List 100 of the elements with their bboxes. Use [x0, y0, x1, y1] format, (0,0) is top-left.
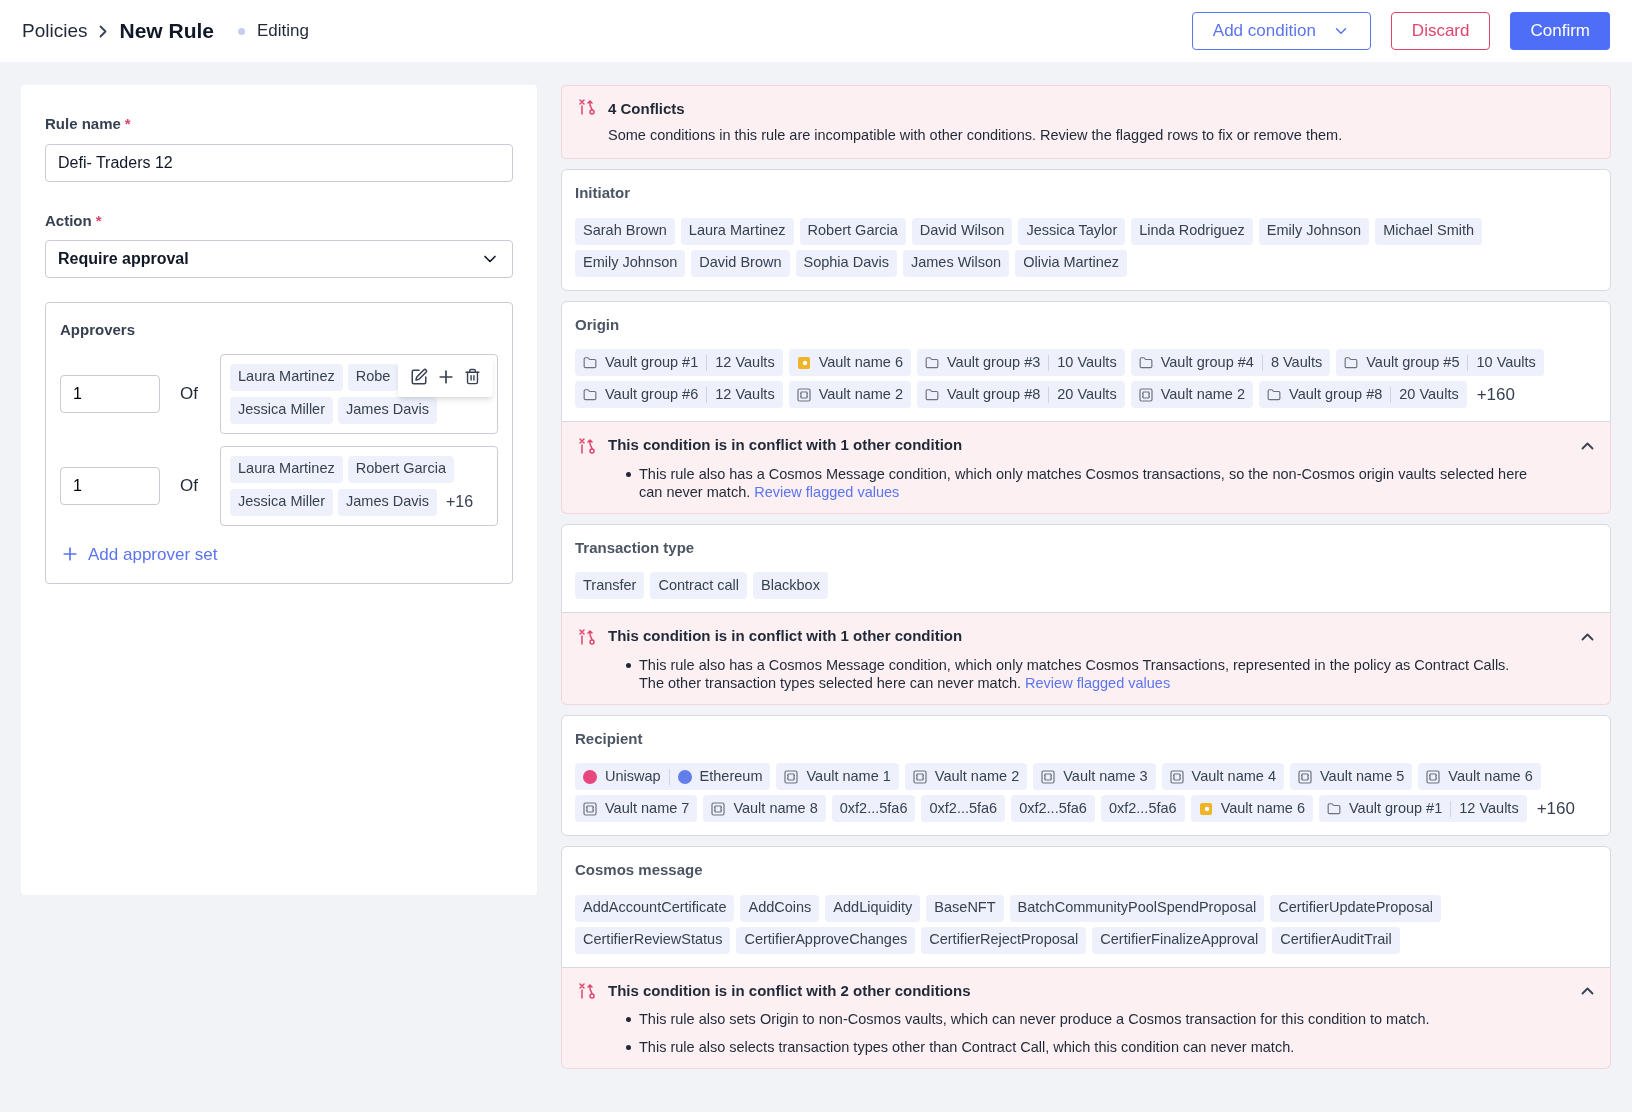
- tag: Robert Garcia: [799, 217, 906, 245]
- approver-tag: Laura Martinez: [230, 363, 343, 391]
- field-label: Action: [45, 210, 92, 231]
- folder-icon: [1138, 355, 1153, 370]
- of-label: Of: [180, 474, 199, 497]
- tag: Michael Smith: [1375, 217, 1483, 245]
- more-count: +16: [446, 492, 474, 512]
- review-link[interactable]: Review flagged values: [1025, 674, 1171, 691]
- collapse-button[interactable]: [1581, 441, 1594, 450]
- tag-count: 20 Vaults: [1399, 384, 1459, 404]
- action-dropdown[interactable]: Require approval: [45, 240, 513, 278]
- approver-tag: Jessica Miller: [230, 396, 333, 424]
- folder-icon: [1344, 355, 1359, 370]
- conflict-icon: [578, 98, 596, 116]
- more-count: +160: [1536, 798, 1575, 820]
- section-title: Approvers: [60, 320, 137, 340]
- tag: Sophia Davis: [795, 249, 897, 277]
- tag-label: Vault name 4: [1191, 766, 1276, 786]
- tag: AddLiquidity: [825, 894, 921, 922]
- tag: 0xf2...5fa6: [921, 795, 1006, 823]
- tag-label: Vault group #1: [605, 352, 699, 372]
- condition-title: Transaction type: [575, 537, 696, 558]
- approver-tag: Jessica Miller: [230, 488, 333, 516]
- tag: Jessica Taylor: [1018, 217, 1126, 245]
- tag-label: Vault group #3: [947, 352, 1041, 372]
- tag: David Brown: [691, 249, 790, 277]
- vault-icon: [796, 387, 811, 402]
- more-count: +160: [1476, 384, 1515, 406]
- tag-label: Vault name 3: [1063, 766, 1148, 786]
- review-link[interactable]: Review flagged values: [754, 483, 900, 500]
- tag: 0xf2...5fa6: [1011, 795, 1095, 823]
- tag: BaseNFT: [926, 894, 1004, 922]
- vault-icon: [1298, 769, 1312, 784]
- delete-button[interactable]: [464, 368, 481, 385]
- conflict-icon: [578, 627, 596, 646]
- tag-label: Vault group #4: [1160, 352, 1254, 372]
- tag: Emily Johnson: [575, 249, 686, 277]
- vault-icon: [1041, 769, 1056, 784]
- breadcrumb-link[interactable]: Policies: [22, 16, 88, 46]
- vault-icon: [1169, 769, 1184, 784]
- collapse-button[interactable]: [1581, 987, 1594, 995]
- tag: Linda Rodriguez: [1131, 217, 1253, 245]
- tag: CertifierAuditTrail: [1272, 926, 1400, 954]
- edit-button[interactable]: [410, 367, 428, 386]
- vault-icon: [1138, 387, 1153, 402]
- tag-label: Vault name 8: [733, 798, 818, 818]
- rule-name-field[interactable]: Defi- Traders 12: [45, 143, 513, 182]
- tag: Contract call: [650, 572, 748, 600]
- confirm-button[interactable]: Confirm: [1510, 12, 1610, 50]
- tag-label: Vault group #8: [1289, 384, 1383, 404]
- tag-label: Vault name 6: [1220, 798, 1305, 818]
- banner-title: 4 Conflicts: [608, 99, 686, 119]
- add-condition-button[interactable]: Add condition: [1191, 12, 1371, 50]
- tag: BatchCommunityPoolSpendProposal: [1009, 894, 1265, 922]
- of-label: Of: [180, 382, 199, 405]
- approval-count-field[interactable]: 1: [60, 466, 160, 505]
- tag-count: 20 Vaults: [1057, 384, 1117, 404]
- tag-count: 8 Vaults: [1270, 352, 1323, 372]
- approver-tag: Robert Garcia: [347, 455, 454, 483]
- collapse-button[interactable]: [1581, 632, 1594, 641]
- add-approver-set-link[interactable]: Add approver set: [60, 541, 218, 567]
- condition-title: Recipient: [575, 728, 644, 749]
- conflict-title: This condition is in conflict with 1 other condition: [608, 435, 964, 456]
- tag-label: Vault group #8: [947, 384, 1041, 404]
- condition-title: Origin: [575, 314, 621, 335]
- approval-count-field[interactable]: 1: [60, 374, 160, 413]
- chevron-up-icon: [1581, 987, 1594, 995]
- vault-icon: [1426, 769, 1441, 784]
- tag-label: Vault name 5: [1320, 766, 1405, 786]
- discard-button[interactable]: Discard: [1390, 12, 1491, 50]
- approver-tag: Laura Martinez: [230, 455, 343, 483]
- tag: Sarah Brown: [575, 217, 675, 245]
- tag: 0xf2...5fa6: [1100, 795, 1185, 823]
- folder-icon: [583, 387, 597, 402]
- approver-list[interactable]: Laura Martinez Robert Garcia Jessica Miller James Davis +16: [220, 445, 498, 526]
- tag: Laura Martinez: [680, 217, 794, 245]
- tag-count: 10 Vaults: [1057, 352, 1117, 372]
- approver-tag: Robe: [347, 363, 399, 391]
- tag: CertifierFinalizeApproval: [1092, 926, 1267, 954]
- page-title: New Rule: [119, 18, 214, 45]
- tag: Olivia Martinez: [1015, 249, 1128, 277]
- approver-tag: James Davis: [338, 396, 437, 424]
- conflict-text: This rule also selects transaction types other than Contract Call, which this condition can never match.: [639, 1038, 1295, 1057]
- tag: 0xf2...5fa6: [831, 795, 916, 823]
- tag-count: 12 Vaults: [715, 384, 775, 404]
- chevron-up-icon: [1581, 632, 1594, 641]
- conflict-text: This rule also sets Origin to non-Cosmos vaults, which can never produce a Cosmos transaction for this condition to match.: [639, 1010, 1430, 1029]
- tag-label: Ethereum: [699, 766, 763, 786]
- required-mark: *: [95, 210, 102, 231]
- tag: CertifierRejectProposal: [921, 926, 1087, 954]
- tag: James Wilson: [902, 249, 1010, 277]
- tag: CertifierApproveChanges: [736, 926, 916, 954]
- vault-icon: [711, 801, 726, 816]
- approver-list[interactable]: Laura Martinez Robe Jessica Miller James Davis: [220, 353, 498, 434]
- tag-label: Vault group #1: [1349, 798, 1443, 818]
- tag-label: Vault group #5: [1366, 352, 1460, 372]
- conflict-title: This condition is in conflict with 1 other condition: [608, 626, 964, 647]
- tag: David Wilson: [911, 217, 1013, 245]
- tag-count: 12 Vaults: [715, 352, 775, 372]
- condition-title: Initiator: [575, 183, 631, 204]
